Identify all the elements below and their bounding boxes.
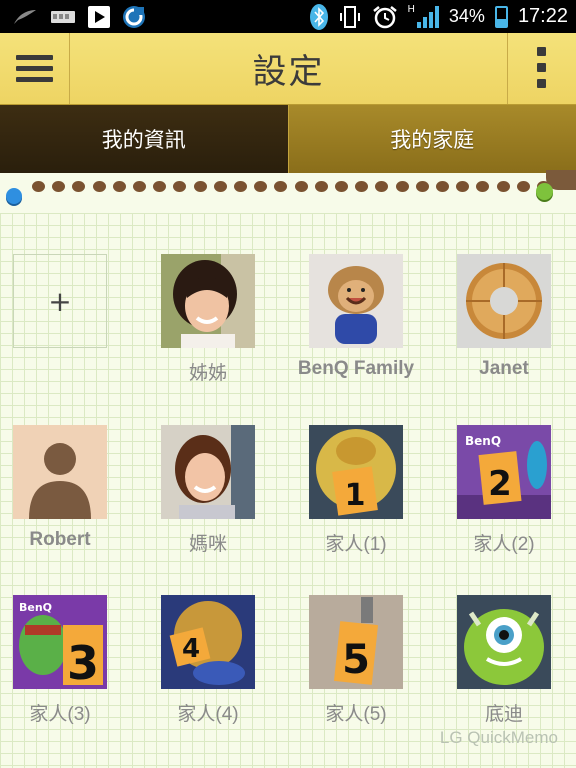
member-name: 家人(5)	[325, 704, 387, 725]
member-photo[interactable]: 1	[309, 425, 403, 519]
divider-dot	[456, 181, 470, 192]
divider-dot	[395, 181, 409, 192]
network-type: H	[407, 4, 415, 15]
divider-dot	[254, 181, 268, 192]
member-name: BenQ Family	[297, 358, 415, 379]
member-name: Janet	[479, 358, 529, 379]
more-vertical-icon[interactable]	[507, 33, 576, 104]
bluetooth-icon	[309, 3, 328, 30]
member-tile[interactable]: 1 家人(1)	[309, 425, 403, 555]
member-photo[interactable]: 4	[161, 595, 255, 689]
card-digit: 4	[182, 634, 200, 664]
member-name: 姊姊	[188, 363, 227, 384]
member-name: 媽咪	[188, 534, 227, 555]
sd-card-icon	[51, 10, 75, 23]
divider-dot	[112, 181, 126, 192]
divider-dot	[314, 181, 328, 192]
divider-dot	[375, 181, 389, 192]
card-digit: 1	[345, 478, 366, 513]
member-name: 底迪	[484, 704, 523, 725]
alarm-icon	[372, 5, 397, 28]
signal-icon	[416, 5, 439, 28]
member-tile[interactable]: BenQ 2 家人(2)	[457, 425, 551, 555]
play-icon	[88, 5, 110, 28]
divider-dot	[193, 181, 207, 192]
divider-dot	[133, 181, 146, 192]
divider-dot	[52, 181, 66, 192]
add-member-button[interactable]: +	[13, 254, 107, 348]
divider-dot	[274, 181, 288, 192]
battery-icon	[494, 5, 508, 28]
divider-dot	[355, 181, 369, 192]
blue-pin-icon	[6, 188, 22, 204]
divider-dot	[234, 181, 247, 192]
divider-dot	[32, 181, 45, 192]
svg-text:BenQ: BenQ	[465, 434, 501, 448]
divider-dot	[213, 181, 227, 192]
member-name: 家人(4)	[177, 704, 239, 725]
member-photo[interactable]	[13, 425, 107, 519]
divider-dot	[153, 181, 167, 192]
tab-my-info[interactable]: 我的資訊	[0, 105, 288, 173]
member-tile[interactable]: 4 家人(4)	[161, 595, 255, 725]
member-tile[interactable]: 媽咪	[161, 425, 255, 555]
divider-dot	[173, 181, 187, 192]
clock: 17:22	[517, 5, 568, 27]
divider-dot	[92, 181, 106, 192]
hamburger-icon[interactable]	[0, 33, 70, 104]
member-photo[interactable]	[161, 425, 255, 519]
divider-dot	[335, 181, 348, 192]
member-tile[interactable]: 底迪	[457, 595, 551, 725]
divider-dot	[516, 181, 530, 192]
add-icon[interactable]: +	[13, 254, 107, 348]
vibrate-icon	[339, 5, 360, 28]
member-tile[interactable]: 5 家人(5)	[309, 595, 403, 725]
member-name: Robert	[29, 529, 91, 550]
member-tile[interactable]: BenQ Family	[298, 254, 414, 379]
status-bar: H 34% 17:22	[0, 0, 576, 33]
svg-text:BenQ: BenQ	[19, 601, 52, 614]
member-name: 家人(2)	[473, 534, 535, 555]
divider-dot	[496, 181, 510, 192]
member-tile[interactable]: 姊姊	[161, 254, 255, 384]
battery-percent: 34%	[448, 6, 485, 26]
member-name: 家人(1)	[325, 534, 387, 555]
page-title: 設定	[252, 52, 325, 92]
member-photo[interactable]: BenQ 2	[457, 425, 551, 519]
member-tile[interactable]: Robert	[13, 425, 107, 550]
member-tile[interactable]: BenQ 3 家人(3)	[13, 595, 107, 725]
feather-icon	[14, 9, 36, 24]
tab-bar: 我的資訊 我的家庭	[0, 105, 576, 173]
member-tile[interactable]: Janet	[457, 254, 551, 379]
member-photo[interactable]: BenQ 3	[13, 595, 107, 689]
divider-dot	[72, 181, 86, 192]
action-bar: 設定	[0, 33, 576, 105]
card-digit: 2	[488, 464, 512, 504]
member-photo[interactable]: 5	[309, 595, 403, 689]
divider-dot	[415, 181, 429, 192]
member-photo[interactable]	[457, 254, 551, 348]
dotted-divider	[0, 173, 576, 213]
divider-dot	[476, 181, 490, 192]
member-photo[interactable]	[309, 254, 403, 348]
divider-dot	[436, 181, 449, 192]
member-photo[interactable]	[161, 254, 255, 348]
member-photo[interactable]	[457, 595, 551, 689]
sync-app-icon	[123, 5, 145, 28]
divider-dot	[294, 181, 308, 192]
watermark: LG QuickMemo	[439, 728, 558, 747]
green-pin-icon	[536, 183, 553, 200]
card-digit: 3	[67, 636, 99, 689]
member-name: 家人(3)	[29, 704, 91, 725]
card-digit: 5	[342, 637, 370, 683]
tab-my-family[interactable]: 我的家庭	[287, 105, 576, 173]
